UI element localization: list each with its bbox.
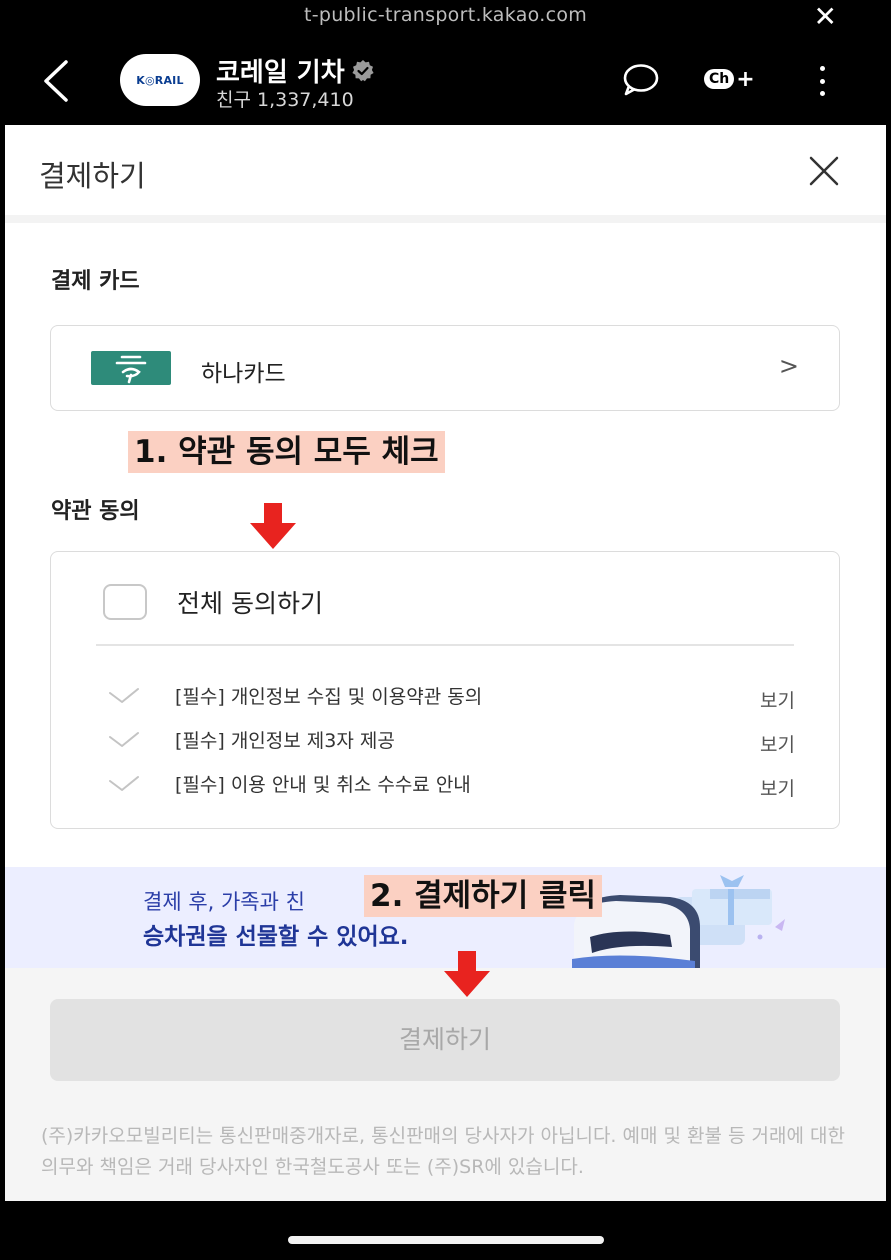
term-item[interactable]: [필수] 개인정보 수집 및 이용약관 동의 보기 [51,682,841,712]
check-icon[interactable] [107,686,141,706]
divider [96,644,794,646]
browser-top-bar: t-public-transport.kakao.com ✕ K◎RAIL 코레… [0,0,891,125]
terms-heading: 약관 동의 [51,499,140,524]
check-icon[interactable] [107,730,141,750]
home-indicator[interactable] [288,1236,604,1244]
banner-line-1: 결제 후, 가족과 친 [143,890,305,914]
agree-all-checkbox[interactable] [103,584,147,620]
term-item[interactable]: [필수] 개인정보 제3자 제공 보기 [51,726,841,756]
term-label: [필수] 개인정보 수집 및 이용약관 동의 [175,686,483,708]
annotation-step-2: 2. 결제하기 클릭 [364,875,603,917]
url-text[interactable]: t-public-transport.kakao.com [0,4,891,26]
hana-card-logo [91,351,171,385]
close-icon[interactable] [808,155,840,187]
card-name: 하나카드 [201,361,286,387]
system-bottom-bar [0,1201,891,1260]
term-view-link[interactable]: 보기 [760,730,795,757]
terms-box: 전체 동의하기 [필수] 개인정보 수집 및 이용약관 동의 보기 [필수] 개… [50,551,840,829]
legal-notice: (주)카카오모빌리티는 통신판매중개자로, 통신판매의 당사자가 아닙니다. 예… [41,1125,845,1178]
term-view-link[interactable]: 보기 [760,774,795,801]
banner-line-2: 승차권을 선물할 수 있어요. [143,924,409,950]
term-view-link[interactable]: 보기 [760,686,795,713]
red-arrow-down-icon [444,951,490,997]
korail-logo-text: K◎RAIL [136,73,184,87]
channel-name-text: 코레일 기차 [216,58,345,88]
term-label: [필수] 개인정보 제3자 제공 [175,730,395,752]
friend-count: 친구 1,337,410 [216,89,354,111]
payment-header: 결제하기 [5,125,886,215]
term-label: [필수] 이용 안내 및 취소 수수료 안내 [175,774,471,796]
check-icon[interactable] [107,774,141,794]
payment-card-heading: 결제 카드 [51,269,140,294]
chat-bubble-icon[interactable] [620,62,660,98]
channel-icon-label: Ch [704,69,735,89]
verified-badge-icon [352,59,374,81]
chevron-right-icon: > [778,352,799,380]
back-arrow-icon[interactable] [38,58,74,104]
korail-logo[interactable]: K◎RAIL [120,54,200,106]
card-selector[interactable]: 하나카드 > [50,325,840,411]
more-vertical-icon[interactable] [814,66,830,96]
plus-icon: + [736,66,755,92]
payment-panel: 결제하기 결제 카드 하나카드 > 약관 동의 전체 동의하기 [필수] 개인정… [5,125,886,1201]
red-arrow-down-icon [250,503,296,549]
divider [5,215,886,223]
close-icon[interactable]: ✕ [814,2,837,32]
term-item[interactable]: [필수] 이용 안내 및 취소 수수료 안내 보기 [51,770,841,800]
annotation-step-1: 1. 약관 동의 모두 체크 [128,431,445,473]
add-channel-button[interactable]: Ch + [704,64,755,94]
pay-button[interactable]: 결제하기 [50,999,840,1081]
page-title: 결제하기 [39,159,146,193]
agree-all-label[interactable]: 전체 동의하기 [177,584,323,620]
channel-name: 코레일 기차 [216,52,375,89]
